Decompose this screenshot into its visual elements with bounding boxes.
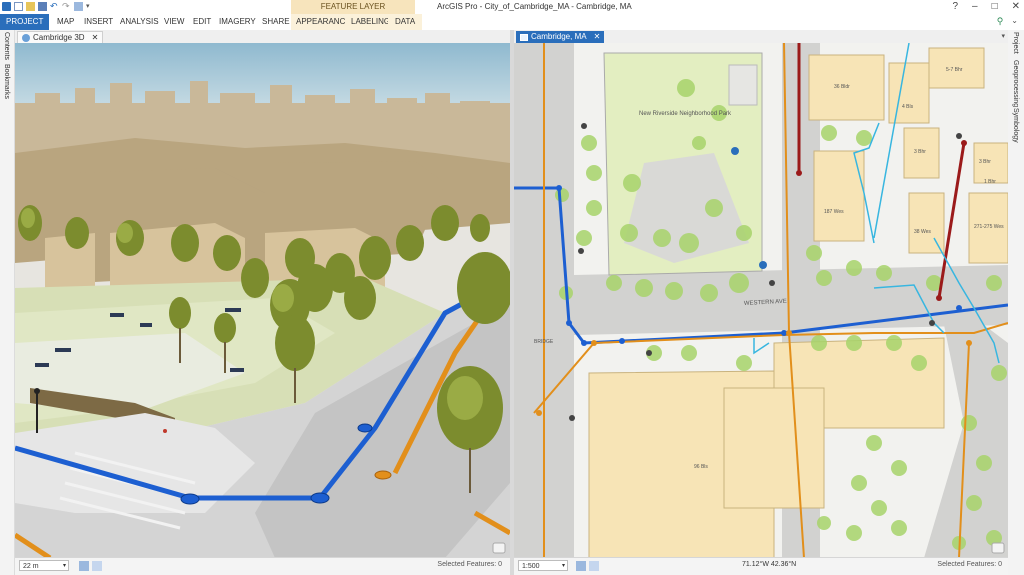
globe-icon (22, 34, 30, 42)
scene-view: Cambridge 3D ✕ 22 m ▾ Selected Features:… (15, 30, 510, 575)
geoprocessing-pane-tab[interactable]: Geoprocessing (1012, 60, 1019, 107)
map-selected-features: Selected Features: 0 (937, 561, 1002, 568)
bookmarks-pane-tab[interactable]: Bookmarks (3, 64, 10, 99)
save-icon[interactable] (38, 2, 47, 11)
building-label-4: 3 Bhr (914, 149, 926, 155)
building-label-7: 187 Wes (824, 209, 844, 215)
scene-view-tabrow: Cambridge 3D ✕ (15, 30, 510, 44)
scene-statusbar: 22 m ▾ Selected Features: 0 (15, 557, 510, 575)
map-icon (520, 33, 528, 41)
snapping-icon[interactable] (92, 561, 102, 571)
symbology-pane-tab[interactable]: Symbology (1012, 108, 1019, 143)
navigator-control[interactable] (991, 542, 1005, 554)
navigator-control[interactable] (492, 542, 506, 554)
close-icon[interactable]: ✕ (594, 31, 601, 43)
left-dock: Contents Bookmarks (0, 30, 15, 575)
snapping-icon[interactable] (589, 561, 599, 571)
tab-data[interactable]: DATA (388, 14, 423, 30)
contents-pane-tab[interactable]: Contents (3, 32, 10, 60)
map-coordinates: 71.12°W 42.36°N (742, 561, 797, 568)
scene-canvas[interactable] (15, 43, 510, 558)
chevron-down-icon: ▾ (561, 563, 565, 569)
scene-scale-value: 22 m (23, 563, 39, 570)
redo-icon[interactable]: ↷ (62, 2, 71, 11)
close-icon[interactable]: ✕ (1012, 1, 1020, 12)
maximize-icon[interactable]: □ (992, 1, 998, 12)
map-view-tabrow: Cambridge, MA ✕ ▾ (514, 30, 1008, 44)
tab-insert[interactable]: INSERT (84, 14, 113, 30)
park-label: New Riverside Neighborhood Park (639, 111, 732, 117)
window-controls: ? – □ ✕ (952, 1, 1020, 12)
map-tab-label: Cambridge, MA (531, 32, 587, 41)
map-scale-value: 1:500 (522, 563, 540, 570)
map-view: Cambridge, MA ✕ ▾ New Riverside Neighbor… (514, 30, 1008, 575)
help-icon[interactable]: ? (952, 1, 958, 12)
building-label-5: 3 Bhr (979, 159, 991, 165)
building-label-10: 96 Bls (694, 464, 708, 470)
context-tab-feature-layer: FEATURE LAYER (291, 0, 415, 14)
chevron-down-icon[interactable]: ▾ (1001, 32, 1005, 40)
tab-analysis[interactable]: ANALYSIS (120, 14, 159, 30)
tab-edit[interactable]: EDIT (193, 14, 211, 30)
expand-ribbon-icon[interactable]: ⌄ (1011, 16, 1018, 27)
tab-cambridge-ma[interactable]: Cambridge, MA ✕ (516, 31, 605, 43)
ribbon-tabs: PROJECT MAP INSERT ANALYSIS VIEW EDIT IM… (0, 14, 1024, 31)
scene-scale-box[interactable]: 22 m ▾ (19, 560, 69, 571)
scene-selected-features: Selected Features: 0 (437, 561, 502, 568)
scene-3d-render (15, 43, 510, 558)
app-icon (2, 2, 11, 11)
grid-icon[interactable] (576, 561, 586, 571)
map-statusbar: 1:500 ▾ 71.12°W 42.36°N Selected Feature… (514, 557, 1008, 575)
project-pane-tab[interactable]: Project (1012, 32, 1019, 54)
chevron-down-icon: ▾ (62, 563, 66, 569)
title-bar: ↶ ↷ ▾ FEATURE LAYER ArcGIS Pro - City_of… (0, 0, 1024, 14)
tab-view[interactable]: VIEW (164, 14, 184, 30)
app-title: ArcGIS Pro - City_of_Cambridge_MA - Camb… (437, 2, 632, 11)
right-dock: Project Geoprocessing Symbology (1007, 30, 1024, 575)
building-label-9: 271-275 Wes (974, 224, 1004, 230)
explore-icon[interactable] (74, 2, 83, 11)
map-canvas[interactable]: New Riverside Neighborhood Park WESTERN … (514, 43, 1008, 558)
undo-icon[interactable]: ↶ (50, 2, 59, 11)
building-label-3: 5-7 Bhr (946, 67, 963, 73)
tab-imagery[interactable]: IMAGERY (219, 14, 256, 30)
building-label-1: 36 Bldr (834, 84, 850, 90)
building-label-8: 38 Wes (914, 229, 931, 235)
open-icon[interactable] (26, 2, 35, 11)
tab-share[interactable]: SHARE (262, 14, 290, 30)
bridge-label: BRIDGE (534, 339, 554, 345)
buildings-ne (808, 47, 1008, 264)
grid-icon[interactable] (79, 561, 89, 571)
minimize-icon[interactable]: – (972, 1, 978, 12)
customize-icon[interactable]: ▾ (86, 2, 95, 11)
building-label-2: 4 Bls (902, 104, 914, 110)
tab-project[interactable]: PROJECT (0, 14, 50, 30)
map-2d-render: New Riverside Neighborhood Park WESTERN … (514, 43, 1008, 558)
building-label-6: 1 Bhr (984, 179, 996, 185)
new-icon[interactable] (14, 2, 23, 11)
map-scale-box[interactable]: 1:500 ▾ (518, 560, 568, 571)
ribbon-right-controls: ⚲ ⌄ (997, 16, 1018, 27)
tab-map[interactable]: MAP (57, 14, 74, 30)
account-icon[interactable]: ⚲ (997, 16, 1004, 27)
quick-access-toolbar: ↶ ↷ ▾ (2, 2, 95, 11)
